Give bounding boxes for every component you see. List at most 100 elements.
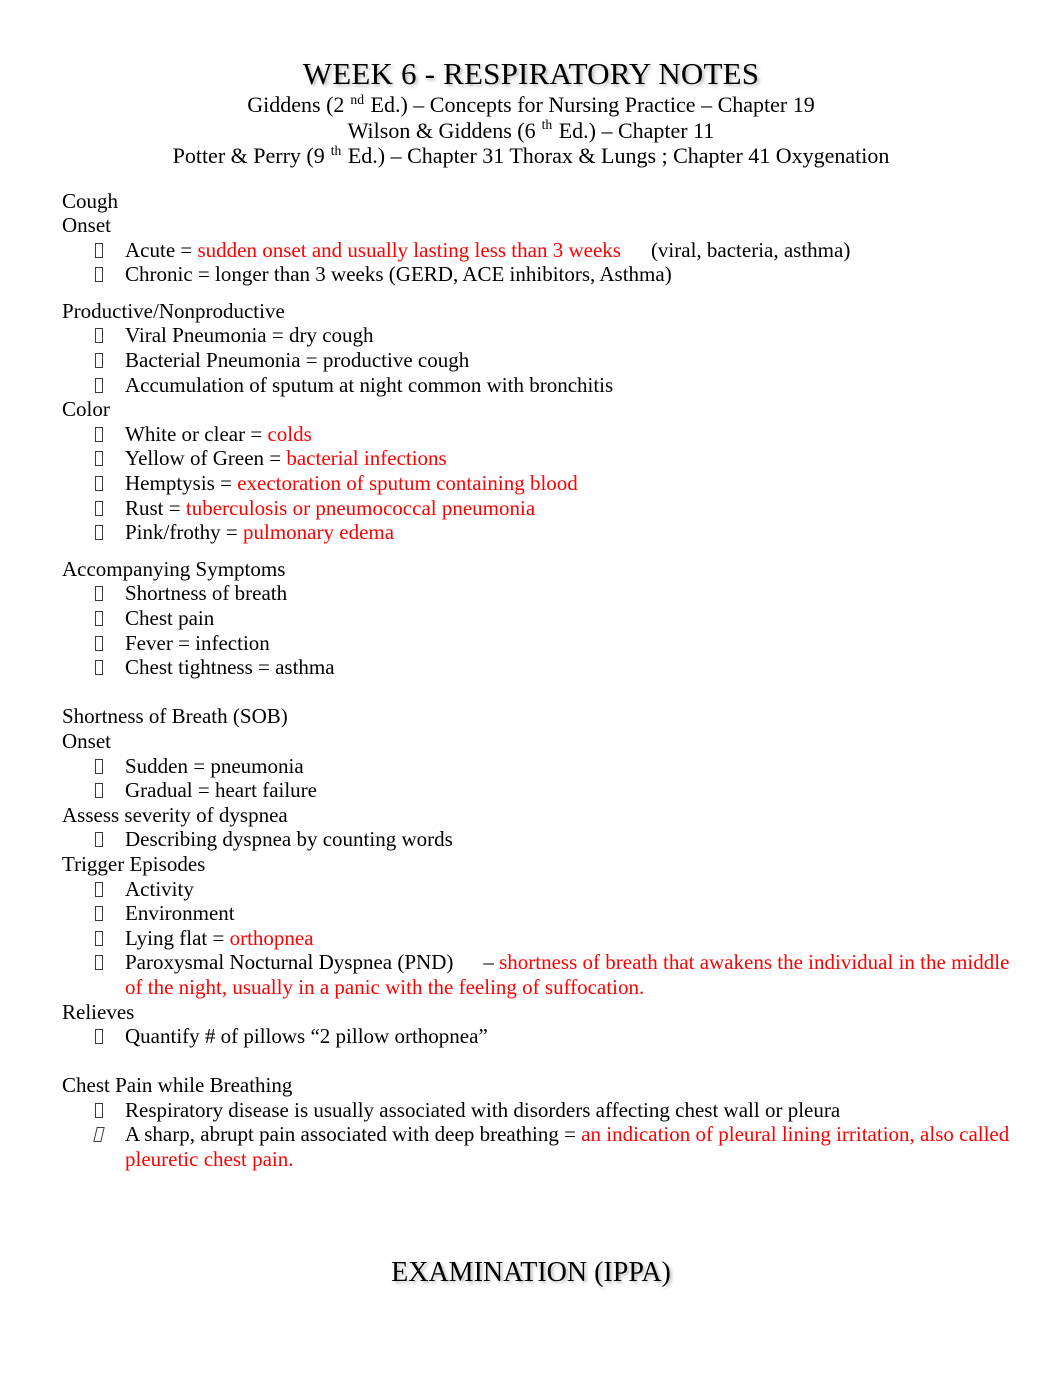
list-item-text: Sudden = pneumonia	[125, 753, 304, 778]
section-heading-chest-pain-while-breathing: Chest Pain while Breathing	[62, 1073, 293, 1098]
list-item-text: Accumulation of sputum at night common w…	[125, 372, 614, 397]
bullet-box-icon	[95, 901, 125, 926]
list-item: Lying flat = orthopnea	[62, 926, 1022, 951]
document-header: WEEK 6 - RESPIRATORY NOTES Giddens (2 nd …	[0, 0, 1062, 169]
list-item: A sharp, abrupt pain associated with dee…	[62, 1122, 1022, 1171]
bullet-box-icon	[95, 950, 125, 975]
list-item: Activity	[62, 877, 1022, 902]
list-item: White or clear = colds	[62, 422, 1022, 447]
subtitle-1-post: Ed.) – Concepts for Nursing Practice – C…	[365, 92, 815, 117]
subheading-cough-onset: Onset	[62, 213, 111, 238]
list-item-text: Describing dyspnea by counting words	[125, 827, 453, 852]
list-item: Fever = infection	[62, 631, 1022, 656]
bullet-box-icon	[95, 581, 125, 606]
list-item: Chest pain	[62, 606, 1022, 631]
rust-definition: tuberculosis or pneumococcal pneumonia	[185, 495, 536, 520]
yellow-label: Yellow of Green =	[125, 446, 287, 471]
bullet-box-icon	[95, 262, 125, 287]
document-page: WEEK 6 - RESPIRATORY NOTES Giddens (2 nd …	[0, 0, 1062, 1377]
list-item-text: Yellow of Green = bacterial infections	[125, 446, 1022, 471]
lying-flat-definition: orthopnea	[229, 925, 314, 950]
lying-flat-label: Lying flat =	[125, 925, 230, 950]
acute-label: Acute =	[125, 237, 198, 262]
list-item-text: White or clear = colds	[125, 422, 1022, 447]
yellow-definition: bacterial infections	[286, 446, 447, 471]
list-item-text: Rust = tuberculosis or pneumococcal pneu…	[125, 496, 1022, 521]
bullet-box-icon	[95, 655, 125, 680]
subtitle-2-superscript: th	[541, 117, 553, 133]
list-item: Describing dyspnea by counting words	[62, 827, 1022, 852]
bullet-box-icon	[95, 520, 125, 545]
subheading-sob-onset: Onset	[62, 728, 111, 753]
list-item: Hemptysis = exectoration of sputum conta…	[62, 471, 1022, 496]
subtitle-line-2: Wilson & Giddens (6 th Ed.) – Chapter 11	[0, 118, 1062, 144]
subheading-accompanying-symptoms: Accompanying Symptoms	[62, 556, 286, 581]
bullet-box-italic-icon	[93, 1122, 125, 1147]
list-item-text: A sharp, abrupt pain associated with dee…	[125, 1122, 1022, 1171]
list-item: Accumulation of sputum at night common w…	[62, 373, 1022, 398]
list-item: Sudden = pneumonia	[62, 754, 1022, 779]
list-item-text: Acute = sudden onset and usually lasting…	[125, 238, 1022, 263]
bullet-box-icon	[95, 778, 125, 803]
bullet-box-icon	[95, 877, 125, 902]
pink-label: Pink/frothy =	[125, 520, 244, 545]
bullet-box-icon	[95, 827, 125, 852]
list-item-text: Quantify # of pillows “2 pillow orthopne…	[125, 1024, 488, 1049]
subtitle-line-3: Potter & Perry (9 th Ed.) – Chapter 31 Th…	[0, 143, 1062, 169]
list-item-text: Environment	[125, 901, 235, 926]
list-item: Viral Pneumonia = dry cough	[62, 323, 1022, 348]
list-item: Yellow of Green = bacterial infections	[62, 446, 1022, 471]
list-item: Respiratory disease is usually associate…	[62, 1098, 1022, 1123]
list-item-text: Lying flat = orthopnea	[125, 926, 1022, 951]
bullet-box-icon	[95, 1024, 125, 1049]
list-item: Environment	[62, 901, 1022, 926]
pnd-label: Paroxysmal Nocturnal Dyspnea (PND)	[125, 950, 454, 975]
list-item: Pink/frothy = pulmonary edema	[62, 520, 1022, 545]
subheading-productive-nonproductive: Productive/Nonproductive	[62, 298, 285, 323]
subtitle-2-post: Ed.) – Chapter 11	[553, 117, 715, 143]
subtitle-3-post: Ed.) – Chapter 31 Thorax & Lungs ; Chapt…	[342, 143, 890, 168]
acute-trailing-note: (viral, bacteria, asthma)	[650, 237, 851, 262]
bullet-box-icon	[95, 348, 125, 373]
subheading-assess-severity: Assess severity of dyspnea	[62, 802, 288, 827]
bullet-box-icon	[95, 373, 125, 398]
subheading-color: Color	[62, 397, 110, 422]
list-item: Bacterial Pneumonia = productive cough	[62, 348, 1022, 373]
list-item-text: Shortness of breath	[125, 581, 288, 606]
white-definition: colds	[267, 421, 312, 446]
bullet-box-icon	[95, 496, 125, 521]
bullet-box-icon	[95, 1098, 125, 1123]
bullet-box-icon	[95, 323, 125, 348]
subtitle-1-superscript: nd	[350, 91, 365, 107]
bullet-box-icon	[95, 631, 125, 656]
list-item: Paroxysmal Nocturnal Dyspnea (PND) – shor…	[62, 950, 1022, 999]
pnd-dash: –	[483, 950, 500, 975]
list-item-text: Chest tightness = asthma	[125, 655, 335, 680]
list-item-text: Paroxysmal Nocturnal Dyspnea (PND) – shor…	[125, 950, 1022, 999]
rust-label: Rust =	[125, 495, 186, 520]
section-heading-examination: EXAMINATION (IPPA)	[391, 1257, 671, 1288]
list-item: Rust = tuberculosis or pneumococcal pneu…	[62, 496, 1022, 521]
list-item: Acute = sudden onset and usually lasting…	[62, 238, 1022, 263]
list-item: Shortness of breath	[62, 581, 1022, 606]
list-item-text: Bacterial Pneumonia = productive cough	[125, 348, 470, 373]
acute-definition: sudden onset and usually lasting less th…	[197, 237, 621, 262]
subtitle-3-superscript: th	[330, 142, 342, 158]
list-item-text: Chronic = longer than 3 weeks (GERD, ACE…	[125, 262, 672, 287]
subtitle-2-pre: Wilson & Giddens (6	[347, 117, 536, 143]
white-label: White or clear =	[125, 421, 268, 446]
subheading-relieves: Relieves	[62, 999, 135, 1024]
section-heading-shortness-of-breath: Shortness of Breath (SOB)	[62, 704, 288, 729]
subtitle-line-1: Giddens (2 nd Ed.) – Concepts for Nursing…	[0, 92, 1062, 118]
list-item: Chronic = longer than 3 weeks (GERD, ACE…	[62, 262, 1022, 287]
subheading-trigger-episodes: Trigger Episodes	[62, 851, 206, 876]
hemoptysis-definition: exectoration of sputum containing blood	[237, 471, 578, 496]
bullet-box-icon	[95, 606, 125, 631]
section-heading-cough: Cough	[62, 188, 119, 213]
sharp-pain-label: A sharp, abrupt pain associated with dee…	[125, 1122, 582, 1147]
list-item-text: Gradual = heart failure	[125, 778, 317, 803]
